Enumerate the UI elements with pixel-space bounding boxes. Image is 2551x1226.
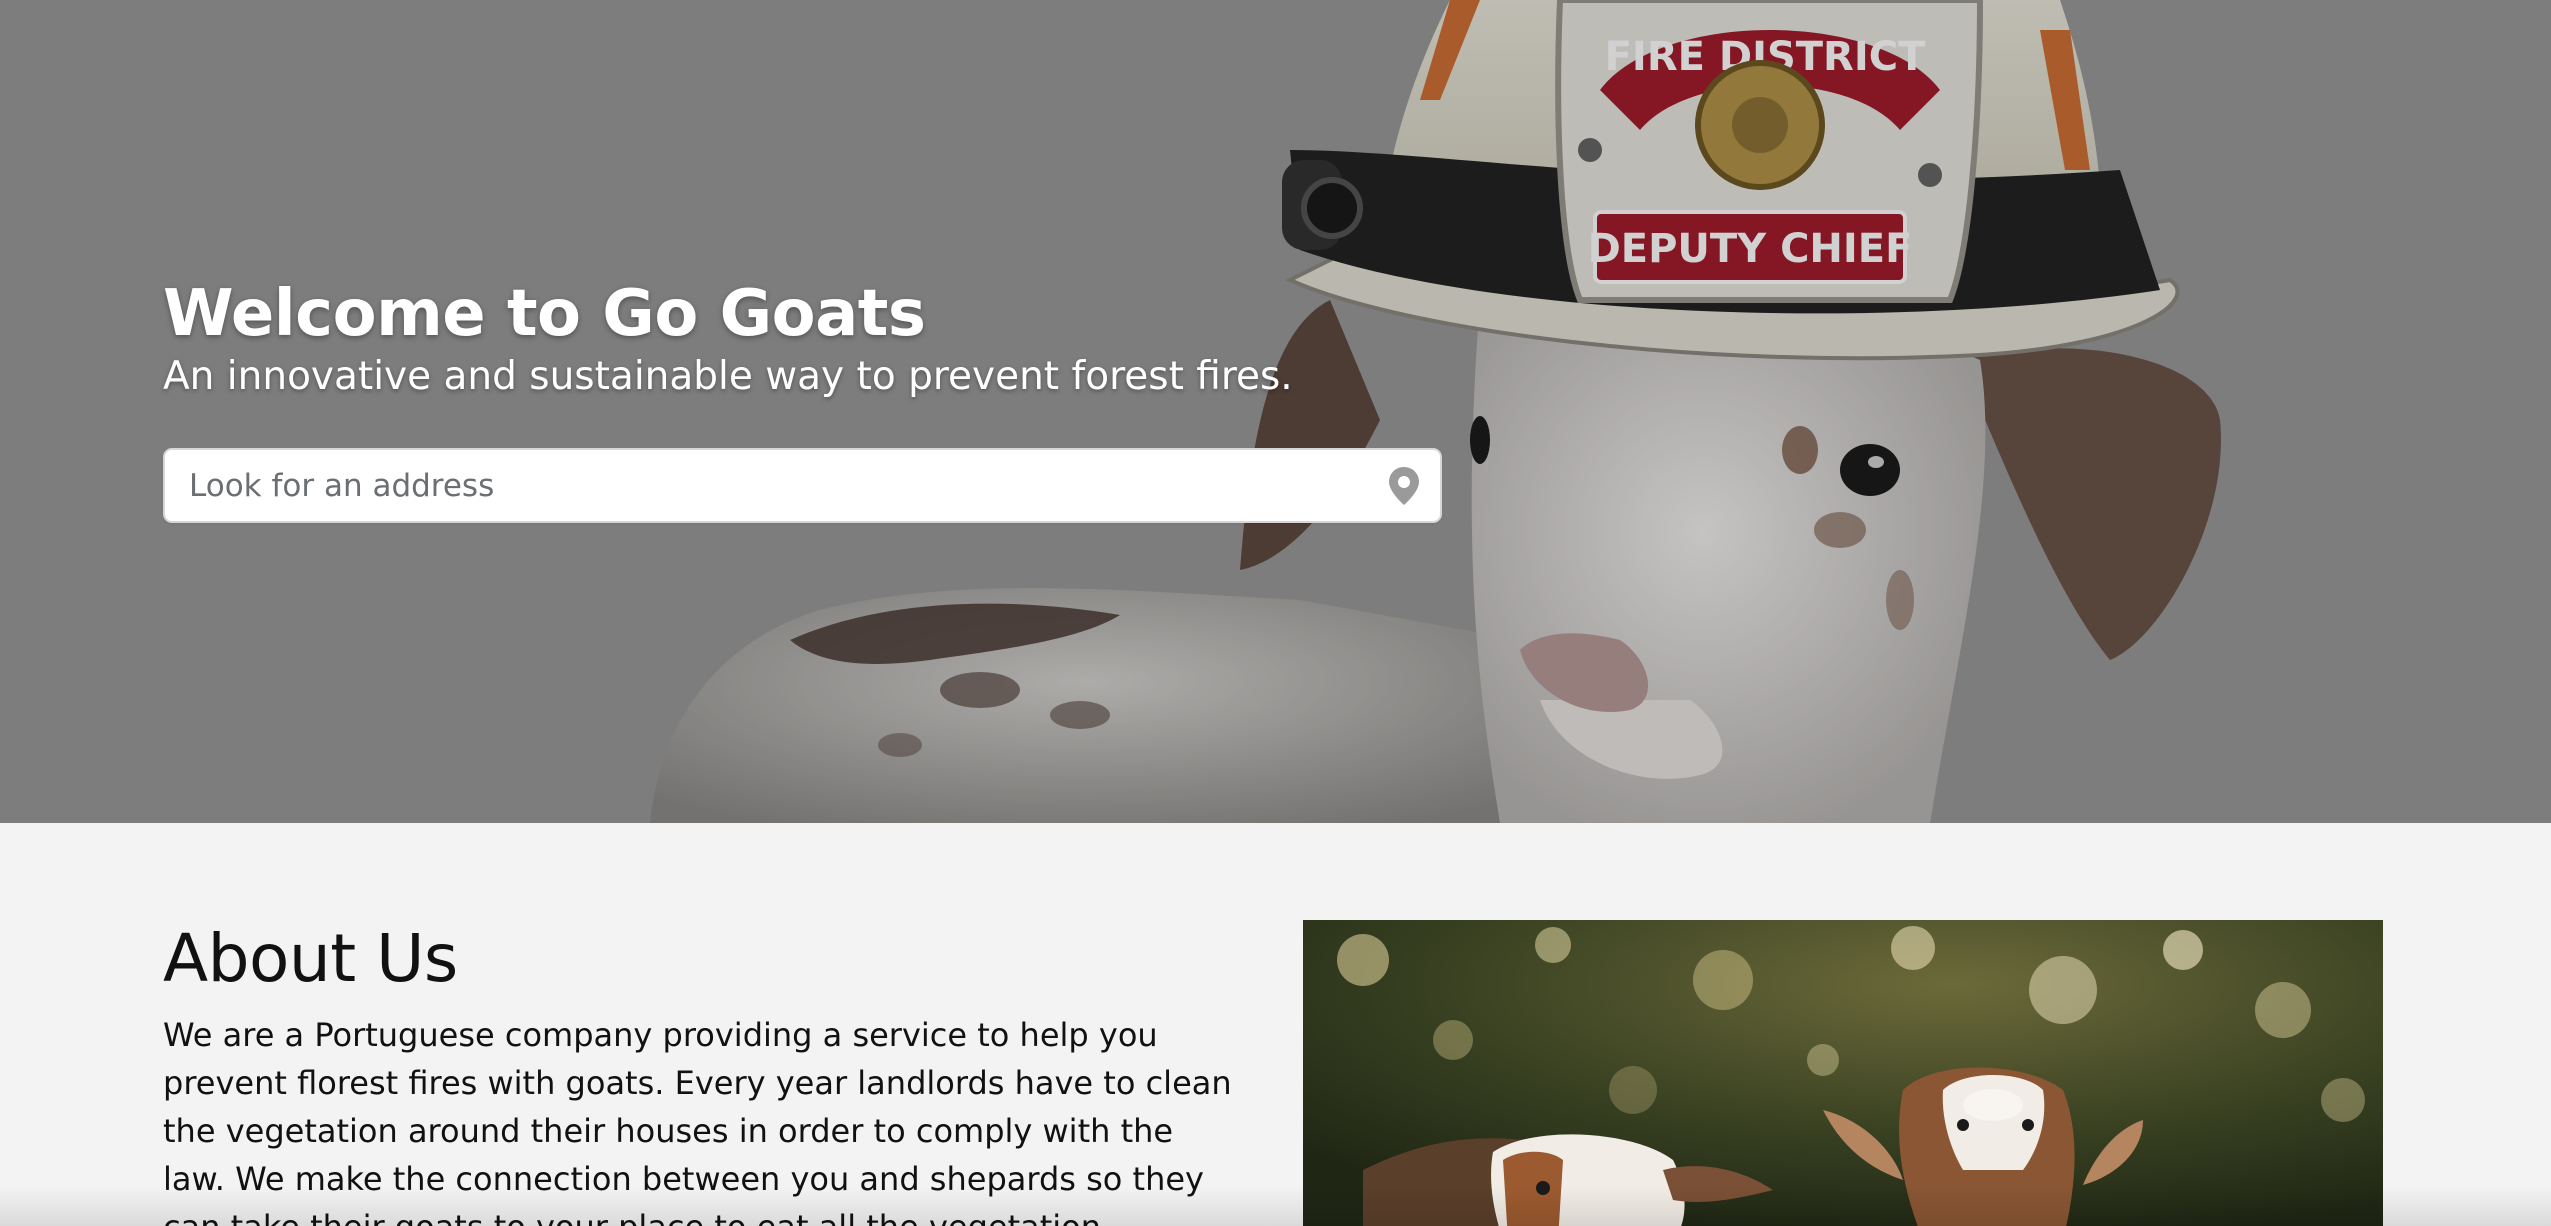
about-title: About Us <box>163 920 458 997</box>
hero-goat-firefighter-image: FIRE DISTRICT DEPUTY CHIEF <box>0 0 2551 823</box>
hero-subtitle: An innovative and sustainable way to pre… <box>163 354 1293 399</box>
address-search-input[interactable] <box>189 450 1369 521</box>
about-description: We are a Portuguese company providing a … <box>163 1016 1232 1226</box>
hero-section: FIRE DISTRICT DEPUTY CHIEF Welcome to Go… <box>0 0 2551 823</box>
hero-content: Welcome to Go Goats An innovative and su… <box>163 272 1463 523</box>
map-pin-icon[interactable] <box>1384 465 1424 507</box>
about-section: About Us We are a Portuguese company pro… <box>0 823 2551 1226</box>
hero-title: Welcome to Go Goats <box>163 277 926 351</box>
goats-photo <box>1303 920 2383 1226</box>
address-search-box[interactable] <box>163 448 1442 523</box>
